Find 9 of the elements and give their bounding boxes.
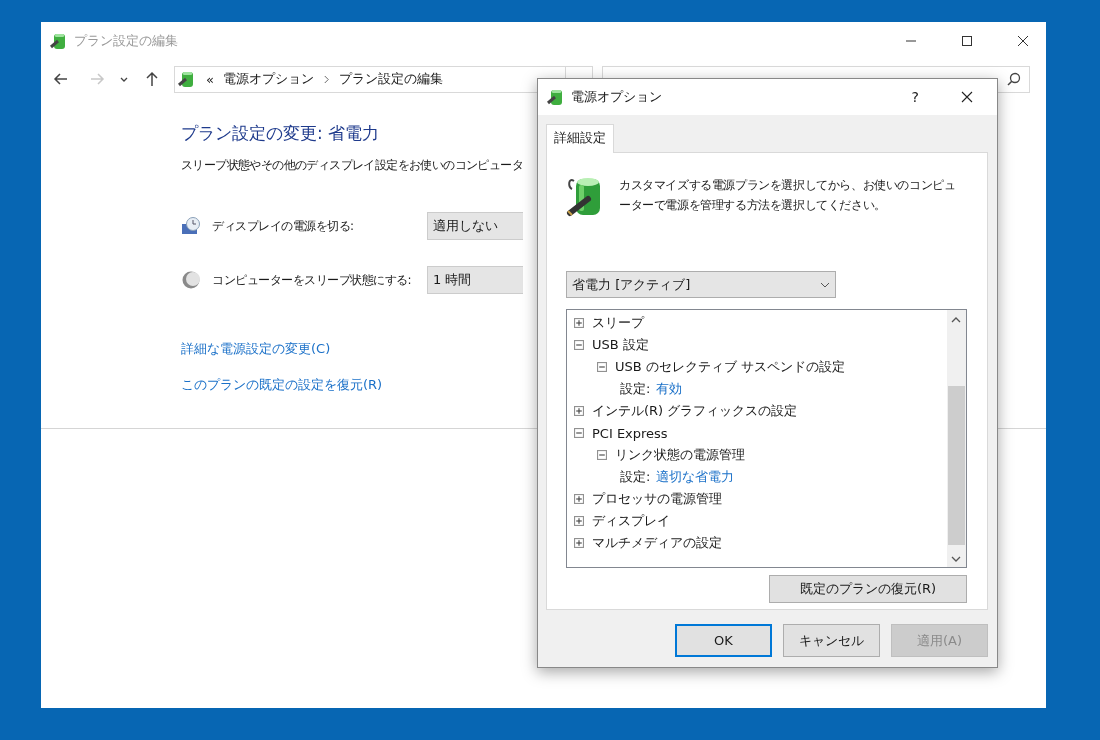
page-heading: プラン設定の変更: 省電力 [181,122,380,145]
dialog-title: 電源オプション [571,88,662,106]
setting-label: 設定: [620,380,651,398]
setting-label: ディスプレイの電源を切る: [212,217,355,235]
setting-label: 設定: [620,468,651,486]
page-description: スリープ状態やその他のディスプレイ設定をお使いのコンピュータ [181,157,524,174]
window-title: プラン設定の編集 [74,32,178,50]
setting-label: コンピューターをスリープ状態にする: [212,271,413,289]
intro-text: カスタマイズする電源プランを選択してから、お使いのコンピューターで電源を管理する方法を選択してください。 [619,177,957,214]
